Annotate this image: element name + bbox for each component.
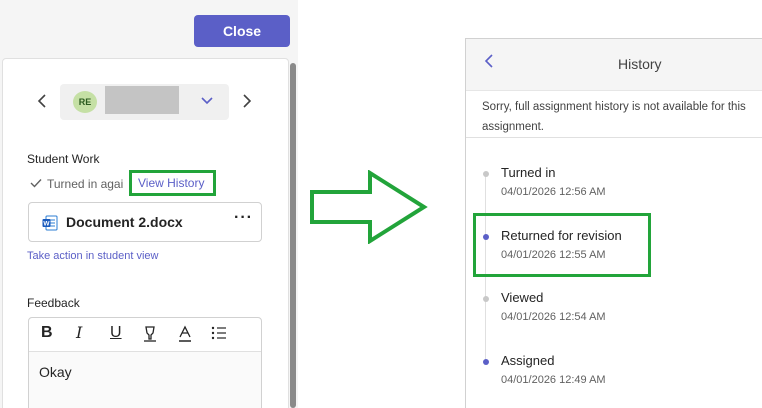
back-icon[interactable] [483, 53, 495, 74]
scrollbar[interactable] [290, 63, 296, 408]
arrow-right-icon [310, 170, 428, 244]
close-button[interactable]: Close [194, 15, 290, 47]
take-action-link[interactable]: Take action in student view [27, 250, 158, 262]
highlight-icon[interactable] [142, 325, 158, 347]
document-name: Document 2.docx [66, 214, 183, 230]
word-doc-icon: W [42, 215, 58, 231]
status-line: Turned in agai [30, 176, 123, 191]
chevron-down-icon [200, 94, 214, 112]
feedback-editor[interactable]: B I U Okay [28, 317, 262, 408]
history-title: History [618, 56, 662, 72]
view-history-link[interactable]: View History [137, 176, 206, 190]
format-toolbar: B I U [29, 318, 261, 352]
svg-text:W: W [43, 221, 50, 228]
next-student-button[interactable] [241, 93, 253, 112]
timeline-dot [483, 171, 489, 177]
history-notice: Sorry, full assignment history is not av… [482, 101, 746, 133]
event-title: Assigned [501, 353, 555, 368]
more-options-button[interactable]: ··· [234, 209, 253, 227]
previous-student-button[interactable] [36, 93, 48, 112]
history-header: History [466, 39, 762, 91]
student-name-redacted [105, 86, 179, 114]
font-color-icon[interactable] [177, 325, 193, 347]
event-time: 04/01/2026 12:54 AM [501, 311, 606, 323]
bold-icon[interactable]: B [41, 325, 53, 341]
divider [466, 137, 762, 138]
event-time: 04/01/2026 12:56 AM [501, 186, 606, 198]
bullet-list-icon[interactable] [210, 325, 228, 345]
feedback-text: Okay [39, 364, 72, 380]
returned-for-revision-highlight [473, 213, 651, 277]
event-title: Viewed [501, 290, 544, 305]
status-text: Turned in agai [47, 176, 124, 191]
event-title: Turned in [501, 165, 556, 180]
check-icon [30, 176, 42, 191]
student-work-label: Student Work [27, 152, 100, 166]
underline-icon[interactable]: U [110, 325, 122, 341]
feedback-label: Feedback [27, 296, 80, 310]
italic-icon[interactable]: I [76, 325, 82, 341]
timeline-dot [483, 359, 489, 365]
document-attachment[interactable]: W Document 2.docx ··· [28, 202, 262, 242]
event-time: 04/01/2026 12:49 AM [501, 374, 606, 386]
timeline-dot [483, 296, 489, 302]
student-selector[interactable]: RE [60, 84, 229, 120]
avatar: RE [73, 91, 97, 113]
